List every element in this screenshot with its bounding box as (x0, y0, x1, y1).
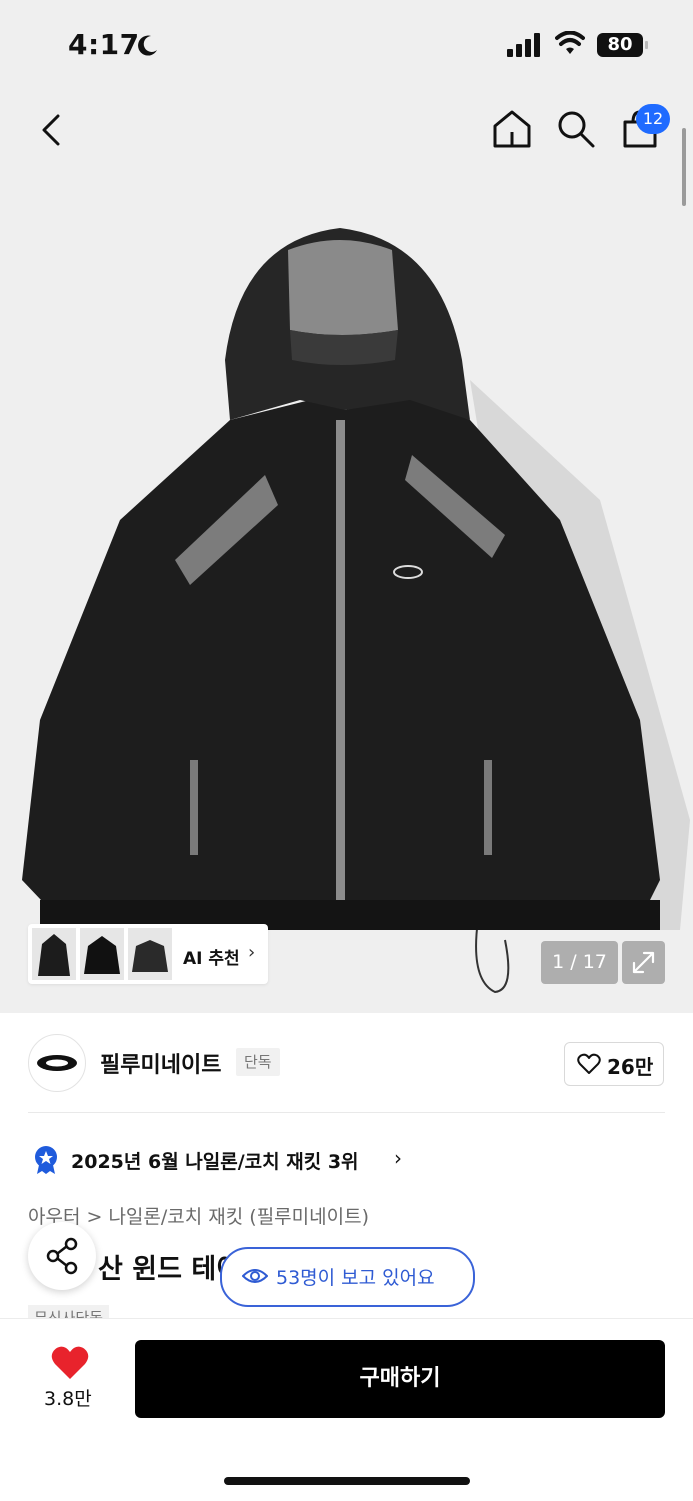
viewers-text: 53명이 보고 있어요 (276, 1267, 435, 1289)
recommendation-thumbnail[interactable] (80, 928, 124, 980)
search-button[interactable] (553, 106, 599, 152)
buy-button[interactable]: 구매하기 (135, 1340, 665, 1418)
back-button[interactable] (30, 108, 74, 152)
brand-name[interactable]: 필루미네이트 (100, 1047, 221, 1079)
recommendation-thumbnail[interactable] (32, 928, 76, 980)
chevron-right-icon: › (248, 942, 256, 963)
ranking-badge-icon (35, 1146, 57, 1174)
chevron-right-icon: › (394, 1146, 402, 1170)
battery-level: 80 (597, 33, 643, 57)
ai-recommendation-label[interactable]: AI 추천 (183, 944, 240, 969)
battery-indicator: 80 (597, 33, 649, 57)
ai-recommendation-strip[interactable]: AI 추천 › (28, 924, 268, 984)
moon-icon (138, 35, 157, 56)
share-button[interactable] (28, 1222, 96, 1290)
expand-icon[interactable] (622, 941, 665, 984)
wish-count: 3.8만 (44, 1388, 92, 1410)
scroll-indicator (682, 128, 686, 206)
ranking-link[interactable]: 2025년 6월 나일론/코치 재킷 3위 (71, 1147, 359, 1174)
brand-logo[interactable] (28, 1034, 86, 1092)
home-button[interactable] (489, 106, 535, 152)
eye-icon (242, 1269, 268, 1283)
recommendation-thumbnail[interactable] (128, 928, 172, 980)
divider (28, 1112, 665, 1113)
home-indicator (224, 1477, 470, 1485)
cellular-signal-icon (507, 33, 540, 57)
viewers-pill: 53명이 보고 있어요 (220, 1247, 475, 1307)
heart-outline-icon (577, 1053, 601, 1074)
brand-like-count: 26만 (607, 1055, 654, 1079)
cart-count-badge: 12 (636, 104, 670, 134)
exclusive-badge: 단독 (236, 1048, 280, 1076)
heart-icon[interactable] (50, 1344, 90, 1382)
status-time: 4:17 (68, 28, 140, 61)
brand-like-button[interactable]: 26만 (564, 1042, 664, 1086)
share-icon (46, 1237, 78, 1275)
image-counter: 1 / 17 (541, 941, 618, 984)
wifi-icon (555, 31, 585, 54)
